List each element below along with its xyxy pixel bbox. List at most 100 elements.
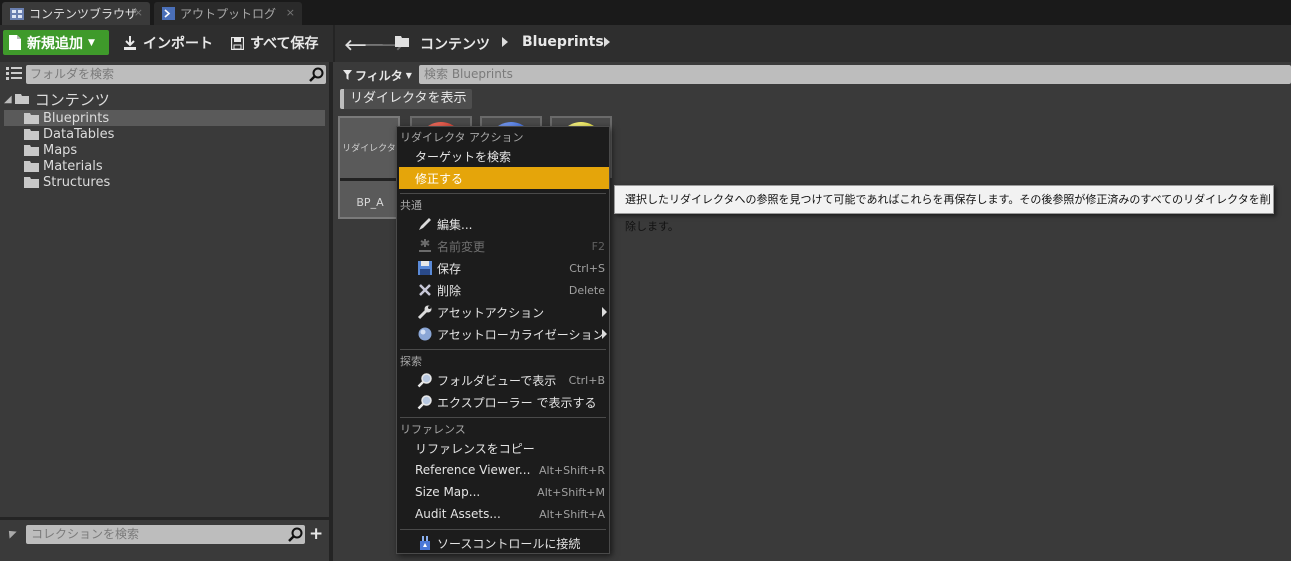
add-collection-button[interactable]: +: [309, 524, 323, 544]
folder-icon: [24, 128, 39, 140]
menu-section-references: リファレンス: [400, 423, 466, 436]
menu-item-label: リファレンスをコピー: [415, 441, 535, 456]
show-redirectors-filter-chip[interactable]: リダイレクタを表示: [340, 89, 473, 109]
tooltip: 選択したリダイレクタへの参照を見つけて可能であればこれらを再保存します。その後参…: [614, 185, 1274, 233]
chevron-down-icon: ▼: [88, 37, 95, 48]
collection-search-input[interactable]: コレクションを検索: [26, 525, 305, 544]
tree-root-content[interactable]: ◢ コンテンツ: [4, 90, 110, 109]
tab-content-browser[interactable]: コンテンツブラウザ ×: [2, 2, 150, 25]
menu-item-label: ソースコントロールに接続: [437, 536, 581, 551]
tree-item-materials[interactable]: Materials: [24, 158, 103, 174]
delete-icon: [419, 284, 431, 296]
menu-item-save[interactable]: 保存 Ctrl+S: [397, 257, 609, 279]
save-all-label: すべて保存: [250, 36, 319, 52]
folder-icon: [24, 176, 39, 188]
tab-bar: コンテンツブラウザ × アウトプットログ ×: [0, 0, 1291, 25]
menu-divider: [400, 349, 606, 350]
menu-item-label: 編集...: [437, 217, 473, 232]
menu-item-shortcut: Alt+Shift+R: [539, 463, 605, 477]
menu-item-label: 保存: [437, 261, 462, 276]
menu-item-copy-reference[interactable]: リファレンスをコピー: [397, 437, 609, 459]
menu-item-label: Size Map...: [415, 485, 481, 499]
menu-item-audit-assets[interactable]: Audit Assets... Alt+Shift+A: [397, 503, 609, 525]
rename-icon: [419, 239, 431, 252]
breadcrumb-arrow-icon[interactable]: [604, 37, 610, 47]
collapse-arrow-icon[interactable]: [5, 527, 17, 539]
menu-section-explore: 探索: [400, 355, 422, 368]
tree-item-label: Blueprints: [43, 110, 110, 126]
magnifier-icon: [417, 395, 432, 410]
close-icon[interactable]: ×: [134, 6, 143, 19]
folder-panel: フォルダを検索 ◢ コンテンツ Blueprints DataTables Ma…: [0, 62, 329, 517]
tree-item-label: Maps: [43, 142, 78, 158]
asset-type-stripe: [340, 178, 398, 181]
content-browser-icon: [10, 7, 24, 20]
tree-item-label: DataTables: [43, 126, 115, 142]
asset-search-input[interactable]: 検索 Blueprints: [419, 65, 1291, 84]
menu-item-find-target[interactable]: ターゲットを検索: [397, 145, 609, 167]
breadcrumb-arrow-icon[interactable]: [502, 37, 508, 47]
breadcrumb-blueprints[interactable]: Blueprints: [522, 34, 604, 50]
folder-search-input[interactable]: フォルダを検索: [26, 65, 326, 84]
menu-section-common: 共通: [400, 199, 422, 212]
menu-item-show-in-folder-view[interactable]: フォルダビューで表示 Ctrl+B: [397, 369, 609, 391]
menu-item-size-map[interactable]: Size Map... Alt+Shift+M: [397, 481, 609, 503]
menu-item-fix-up[interactable]: 修正する: [399, 167, 609, 189]
import-label: インポート: [143, 36, 213, 52]
menu-item-label: エクスプローラー で表示する: [437, 395, 597, 410]
menu-item-reference-viewer[interactable]: Reference Viewer... Alt+Shift+R: [397, 459, 609, 481]
folder-tree-icon[interactable]: [6, 67, 22, 81]
import-button[interactable]: インポート: [123, 31, 213, 55]
tab-output-log[interactable]: アウトプットログ ×: [154, 2, 302, 25]
tree-item-label: コンテンツ: [34, 90, 110, 109]
breadcrumb-content[interactable]: コンテンツ: [420, 34, 490, 54]
menu-divider: [400, 193, 606, 194]
menu-item-connect-source-control[interactable]: ソースコントロールに接続: [397, 532, 609, 554]
tree-item-structures[interactable]: Structures: [24, 174, 110, 190]
asset-tile-bp-a[interactable]: リダイレクタ BP_A: [338, 116, 400, 219]
search-icon: [288, 527, 303, 542]
menu-item-show-in-explorer[interactable]: エクスプローラー で表示する: [397, 391, 609, 413]
menu-section-redirector-actions: リダイレクタ アクション: [400, 131, 524, 144]
redirector-thumbnail: リダイレクタ: [342, 120, 396, 174]
tree-item-blueprints[interactable]: Blueprints: [24, 110, 109, 126]
menu-divider: [400, 529, 606, 530]
save-icon: [418, 261, 432, 275]
tab-label: コンテンツブラウザ: [29, 7, 138, 21]
menu-item-shortcut: Ctrl+B: [568, 373, 605, 387]
context-menu: リダイレクタ アクション ターゲットを検索 修正する 共通 編集... 名前変更…: [396, 126, 610, 554]
folder-icon: [24, 144, 39, 156]
filter-label: フィルタ: [355, 68, 403, 83]
chevron-down-icon: ▼: [405, 70, 412, 80]
add-new-button[interactable]: 新規追加 ▼: [3, 30, 109, 55]
menu-item-delete[interactable]: 削除 Delete: [397, 279, 609, 301]
menu-item-asset-actions[interactable]: アセットアクション: [397, 301, 609, 323]
menu-item-shortcut: Alt+Shift+M: [537, 485, 605, 499]
save-all-button[interactable]: すべて保存: [231, 31, 318, 55]
filter-icon: [343, 70, 352, 80]
collection-search-placeholder: コレクションを検索: [31, 527, 140, 541]
path-bar: 🡐 🡒 コンテンツ Blueprints: [335, 25, 1291, 62]
menu-item-label: フォルダビューで表示: [437, 373, 557, 388]
submenu-arrow-icon: [602, 307, 607, 317]
tree-item-label: Materials: [43, 158, 103, 174]
menu-divider: [400, 417, 606, 418]
menu-item-shortcut: Ctrl+S: [569, 261, 605, 275]
tree-item-label: Structures: [43, 174, 111, 190]
menu-item-label: 名前変更: [437, 239, 486, 254]
tab-label: アウトプットログ: [180, 7, 277, 21]
menu-item-rename[interactable]: 名前変更 F2: [397, 235, 609, 257]
menu-item-edit[interactable]: 編集...: [397, 213, 609, 235]
asset-search-placeholder: 検索 Blueprints: [424, 67, 513, 81]
menu-item-shortcut: F2: [591, 239, 605, 253]
close-icon[interactable]: ×: [286, 6, 295, 19]
add-new-label: 新規追加: [27, 35, 83, 52]
folder-icon: [24, 160, 39, 172]
menu-item-asset-localization[interactable]: アセットローカライゼーション: [397, 323, 609, 345]
tree-item-datatables[interactable]: DataTables: [24, 126, 114, 142]
tree-expand-icon[interactable]: ◢: [4, 94, 12, 105]
filter-button[interactable]: フィルタ ▼: [343, 67, 412, 83]
wrench-icon: [417, 305, 432, 320]
globe-icon: [418, 327, 432, 341]
tree-item-maps[interactable]: Maps: [24, 142, 77, 158]
